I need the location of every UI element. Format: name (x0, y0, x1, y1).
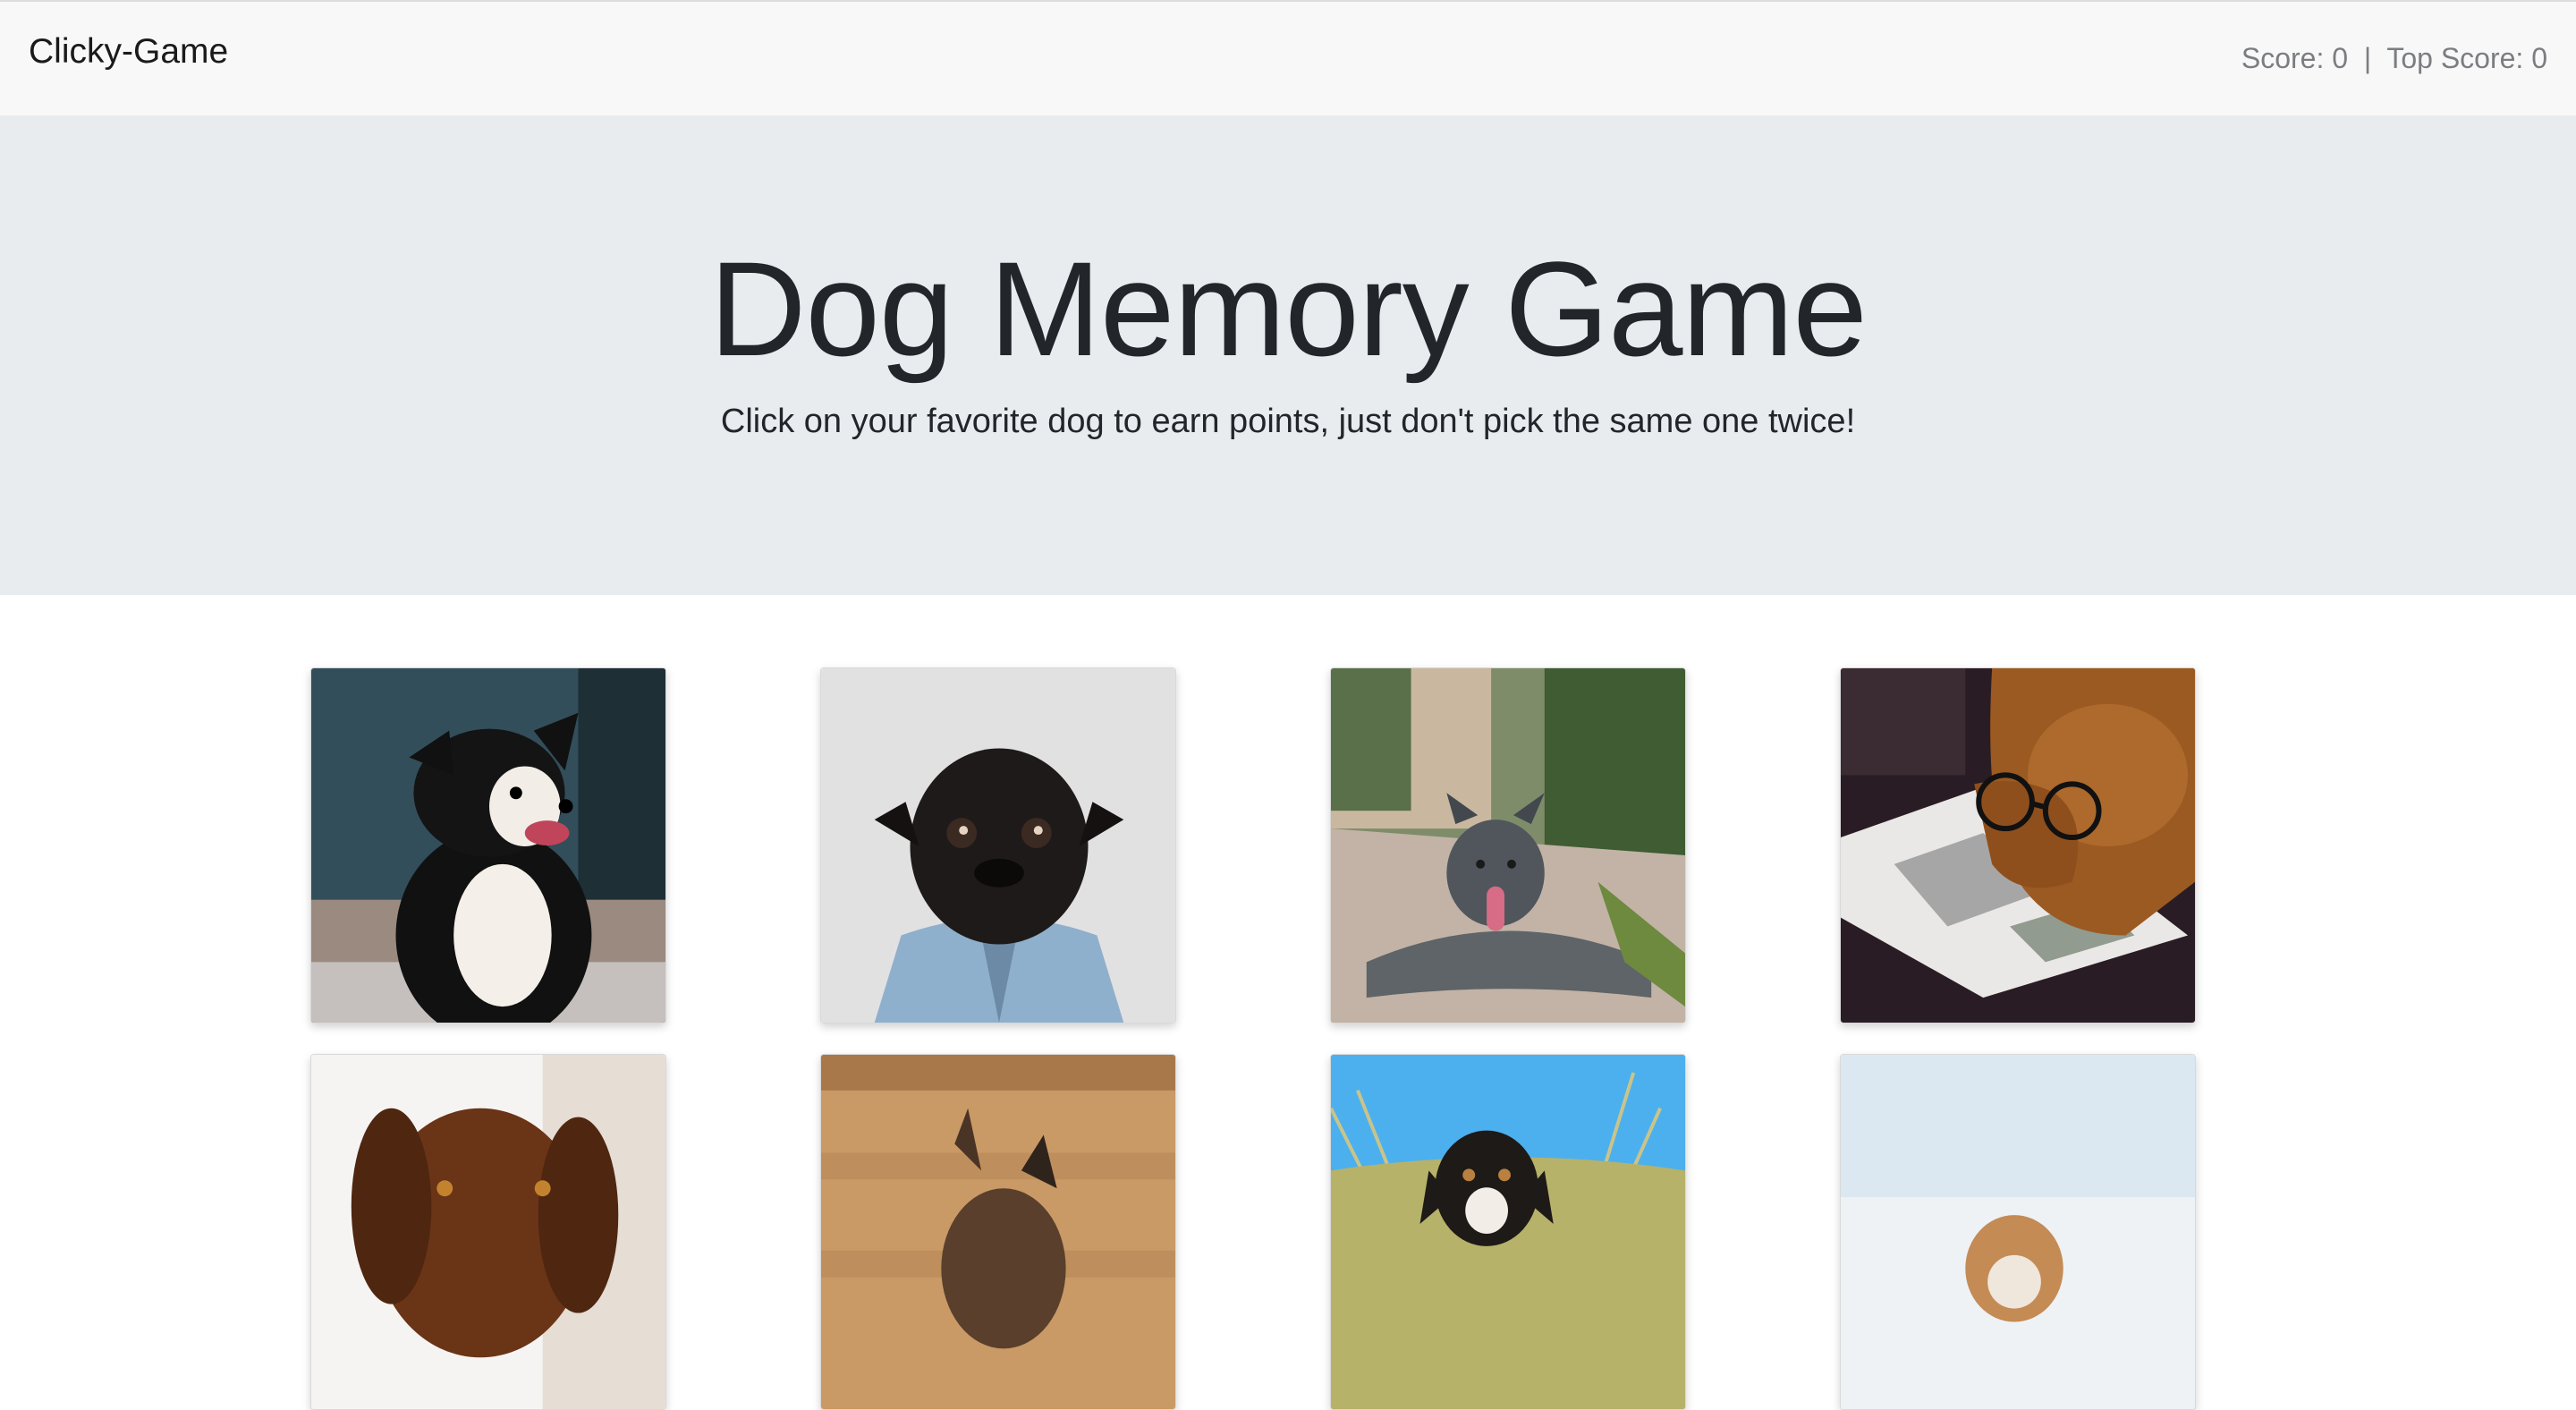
brown-spaniel-image (311, 1055, 665, 1409)
dog-card-wood[interactable] (820, 1054, 1176, 1410)
pit-bull-lying-on-path-image (1331, 668, 1685, 1023)
dog-card-reading-dog[interactable] (1840, 667, 2196, 1024)
score-display: Score: 0 | Top Score: 0 (2241, 42, 2547, 74)
navbar: Clicky-Game Score: 0 | Top Score: 0 (0, 0, 2576, 116)
page-title: Dog Memory Game (709, 234, 1868, 384)
dog-on-beach-grass-image (1331, 1055, 1685, 1409)
dog-on-pale-background-image (1841, 1055, 2195, 1409)
brand-link[interactable]: Clicky-Game (29, 32, 228, 72)
dog-card-pale[interactable] (1840, 1054, 2196, 1410)
dog-card-grid (0, 667, 2576, 1410)
dog-card-pug[interactable] (820, 667, 1176, 1024)
pug-in-denim-jacket-image (821, 668, 1175, 1023)
dog-on-wood-background-image (821, 1055, 1175, 1409)
hero-header: Dog Memory Game Click on your favorite d… (0, 116, 2576, 595)
dog-card-border-collie[interactable] (310, 667, 666, 1024)
border-collie-image (311, 668, 665, 1023)
instructions-text: Click on your favorite dog to earn point… (720, 403, 1856, 440)
dog-with-glasses-reading-magazine-image (1841, 668, 2195, 1023)
dog-card-spaniel[interactable] (310, 1054, 666, 1410)
dog-card-beach[interactable] (1330, 1054, 1686, 1410)
dog-card-pit-bull[interactable] (1330, 667, 1686, 1024)
